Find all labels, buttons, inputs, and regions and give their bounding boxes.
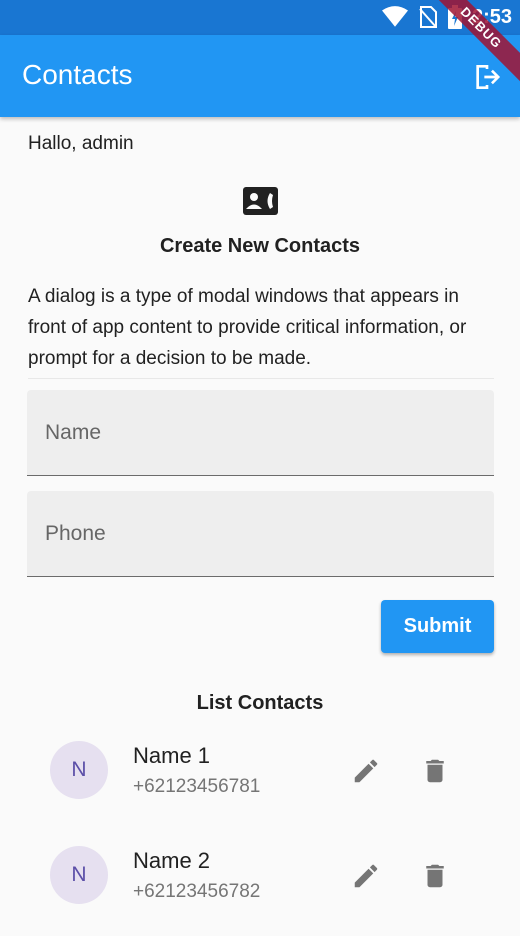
logout-icon bbox=[476, 65, 501, 89]
submit-button[interactable]: Submit bbox=[381, 600, 494, 653]
wifi-icon bbox=[381, 6, 408, 27]
status-bar: 2:53 bbox=[0, 0, 520, 35]
edit-button[interactable] bbox=[350, 755, 382, 787]
name-field[interactable] bbox=[27, 390, 494, 476]
list-contacts-title: List Contacts bbox=[196, 692, 324, 714]
contact-phone-icon bbox=[243, 187, 278, 215]
create-description: A dialog is a type of modal windows that… bbox=[28, 286, 467, 369]
list-item[interactable]: N Name 1 +62123456781 bbox=[0, 741, 520, 831]
delete-icon bbox=[426, 864, 444, 888]
phone-input[interactable] bbox=[27, 491, 494, 576]
avatar: N bbox=[50, 741, 108, 799]
edit-button[interactable] bbox=[350, 860, 382, 892]
list-item[interactable]: N Name 2 +62123456782 bbox=[0, 846, 520, 936]
divider bbox=[28, 378, 494, 379]
name-input[interactable] bbox=[27, 390, 494, 475]
edit-icon bbox=[354, 759, 378, 783]
contact-phone: +62123456782 bbox=[133, 881, 261, 902]
contact-name: Name 2 bbox=[133, 848, 211, 873]
contact-name: Name 1 bbox=[133, 743, 211, 768]
contact-phone: +62123456781 bbox=[133, 776, 261, 797]
app-bar: Contacts bbox=[0, 35, 520, 117]
app-title: Contacts bbox=[22, 59, 133, 90]
no-sim-icon bbox=[419, 6, 437, 28]
create-contact-title: Create New Contacts bbox=[159, 235, 361, 257]
delete-button[interactable] bbox=[419, 860, 451, 892]
delete-icon bbox=[426, 759, 444, 783]
edit-icon bbox=[354, 864, 378, 888]
avatar: N bbox=[50, 846, 108, 904]
logout-button[interactable] bbox=[470, 60, 504, 94]
phone-field[interactable] bbox=[27, 491, 494, 577]
greeting-text: Hallo, admin bbox=[28, 133, 134, 154]
delete-button[interactable] bbox=[419, 755, 451, 787]
